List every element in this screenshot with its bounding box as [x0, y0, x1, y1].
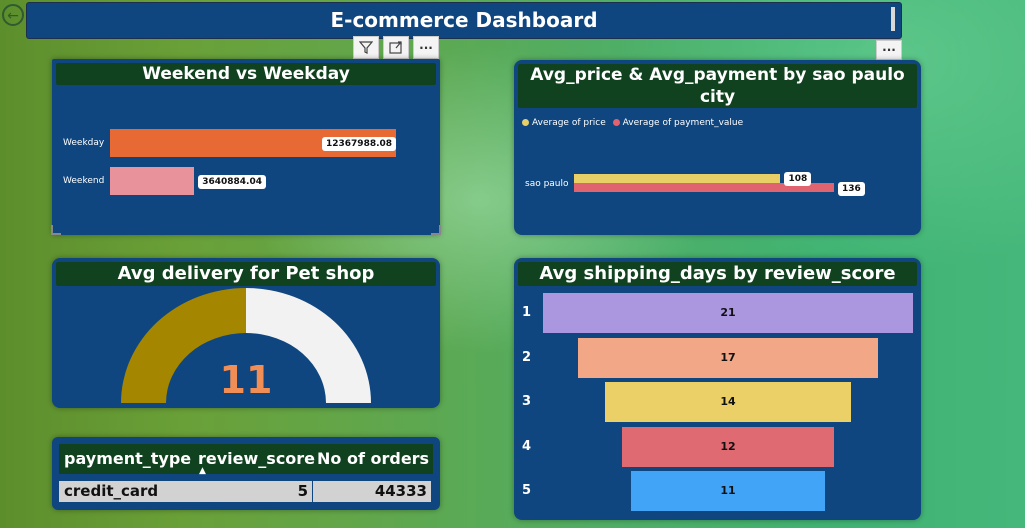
col-header-payment-type[interactable]: payment_type: [64, 449, 191, 468]
funnel-chart: 1 21 2 17 3 14 4 12 5 11: [514, 258, 921, 520]
funnel-value-label: 17: [720, 350, 736, 364]
weekend-value-label: 3640884.04: [198, 175, 266, 189]
saopaulo-category-label: sao paulo: [525, 179, 569, 189]
avg-price-bar[interactable]: [574, 174, 781, 183]
legend-label-payment: Average of payment_value: [622, 118, 744, 128]
header-bar: E-commerce Dashboard: [26, 2, 902, 39]
shipping-days-card[interactable]: Avg shipping_days by review_score 1 21 2 17…: [514, 258, 921, 520]
legend-item-payment: Average of payment_value: [612, 118, 744, 128]
resize-handle-br[interactable]: [431, 225, 441, 235]
legend-item-price: Average of price: [522, 118, 606, 128]
avg-payment-value-label: 136: [838, 182, 865, 196]
gauge-value: 11: [219, 358, 273, 402]
legend-dot-price: [522, 119, 529, 126]
weekend-category-label-0: Weekday: [63, 138, 105, 148]
saopaulo-chart-title: Avg_price & Avg_payment by sao paulo cit…: [518, 64, 917, 108]
sort-ascending-icon[interactable]: ▲: [199, 466, 206, 476]
more-options-button-right[interactable]: ···: [876, 40, 902, 60]
funnel-value-label: 14: [720, 395, 736, 408]
table-cell-payment-type: credit_card: [59, 481, 194, 502]
page-title: E-commerce Dashboard: [330, 8, 598, 32]
back-arrow-icon[interactable]: ←: [2, 4, 24, 26]
weekend-chart-title: Weekend vs Weekday: [56, 63, 436, 85]
header-scroll-handle[interactable]: [891, 7, 895, 31]
funnel-category-label: 1: [522, 305, 532, 320]
filter-button[interactable]: [353, 36, 379, 59]
saopaulo-legend: Average of price Average of payment_valu…: [522, 118, 743, 128]
weekend-weekday-card[interactable]: Weekend vs Weekday Weekday Weekend 12367…: [51, 59, 441, 235]
pet-shop-delivery-card[interactable]: Avg delivery for Pet shop 11: [52, 258, 440, 408]
weekday-value-label: 12367988.08: [322, 137, 397, 151]
funnel-value-label: 12: [720, 439, 736, 453]
saopaulo-card[interactable]: Avg_price & Avg_payment by sao paulo cit…: [514, 60, 921, 235]
table-cell-orders: 44333: [313, 481, 431, 502]
resize-handle-tl[interactable]: [51, 225, 61, 235]
col-header-orders[interactable]: No of orders: [317, 449, 429, 468]
funnel-category-label: 3: [522, 394, 532, 409]
legend-dot-payment: [612, 119, 620, 126]
focus-mode-button[interactable]: [383, 36, 409, 59]
more-options-button[interactable]: ···: [413, 36, 439, 59]
weekend-category-label-1: Weekend: [63, 176, 105, 186]
table-cell-review-score: 5: [194, 481, 312, 502]
avg-price-value-label: 108: [784, 172, 812, 186]
expand-icon: [389, 41, 402, 54]
legend-label-price: Average of price: [532, 118, 606, 128]
weekend-bar[interactable]: [110, 167, 195, 195]
filter-icon: [359, 41, 373, 54]
funnel-value-label: 11: [720, 484, 736, 497]
funnel-category-label: 5: [522, 483, 532, 498]
col-header-review-score[interactable]: review_score: [198, 449, 315, 468]
funnel-category-label: 2: [522, 349, 532, 365]
funnel-value-label: 21: [720, 306, 736, 319]
funnel-category-label: 4: [522, 438, 532, 454]
